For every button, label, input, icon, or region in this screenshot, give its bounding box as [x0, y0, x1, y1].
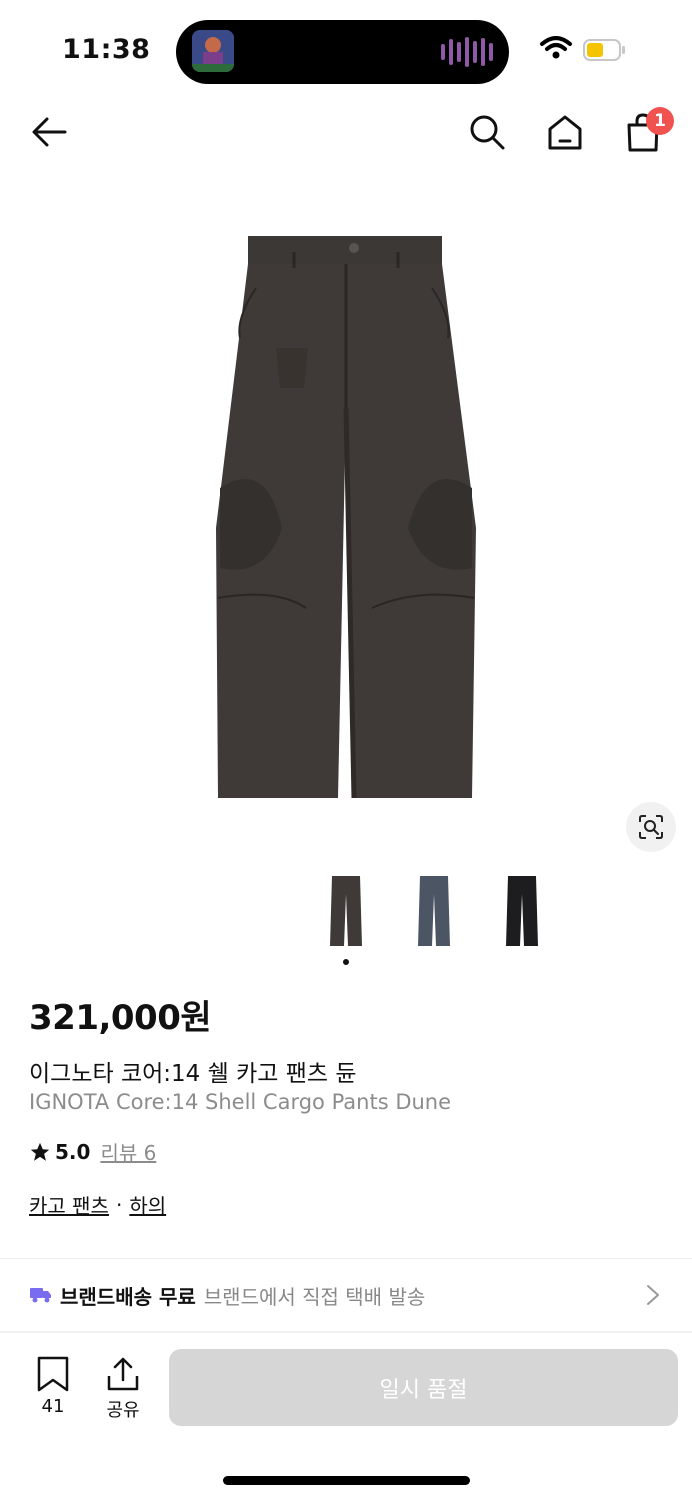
visual-search-button[interactable]: [626, 802, 676, 852]
review-link[interactable]: 리뷰 6: [100, 1137, 156, 1166]
product-name-english: IGNOTA Core:14 Shell Cargo Pants Dune: [29, 1090, 452, 1114]
category-breadcrumb: 카고 팬츠 · 하의: [29, 1190, 166, 1219]
bookmark-button[interactable]: 41: [23, 1356, 83, 1417]
share-label: 공유: [106, 1400, 140, 1421]
category-separator: ·: [115, 1192, 123, 1217]
home-indicator[interactable]: [223, 1476, 470, 1485]
color-swatch-blue[interactable]: [414, 874, 454, 952]
divider: [0, 1258, 692, 1259]
search-button[interactable]: [463, 108, 511, 156]
rating-score: 5.0: [55, 1139, 91, 1164]
bookmark-count: 41: [41, 1396, 65, 1417]
rating-row: 5.0 리뷰 6: [29, 1137, 156, 1166]
delivery-title: 브랜드배송 무료: [60, 1284, 196, 1309]
chevron-right-icon: [647, 1285, 659, 1305]
color-swatch-black[interactable]: [502, 874, 542, 952]
share-icon: [107, 1357, 139, 1391]
category-link-bottoms[interactable]: 하의: [129, 1190, 166, 1219]
sold-out-button[interactable]: 일시 품절: [169, 1349, 678, 1426]
color-swatch-dune[interactable]: [326, 874, 366, 952]
product-name-korean: 이그노타 코어:14 쉘 카고 팬츠 듄: [29, 1061, 357, 1087]
truck-icon: [30, 1288, 51, 1303]
camera-search-icon: [639, 815, 663, 839]
now-playing-artwork[interactable]: [192, 30, 234, 72]
cart-count-badge: 1: [646, 107, 674, 135]
wifi-icon: [540, 36, 572, 64]
product-image[interactable]: [196, 228, 496, 808]
selected-swatch-indicator: [343, 959, 349, 965]
home-icon: [548, 115, 582, 150]
delivery-info-row[interactable]: 브랜드배송 무료 브랜드에서 직접 택배 발송: [0, 1260, 692, 1330]
product-price: 321,000원: [29, 998, 212, 1038]
search-icon: [470, 115, 505, 150]
audio-waveform-icon: [441, 37, 493, 67]
divider: [0, 1331, 692, 1333]
back-arrow-icon: [32, 117, 67, 147]
category-link-cargo-pants[interactable]: 카고 팬츠: [29, 1190, 109, 1219]
share-button[interactable]: 공유: [93, 1356, 153, 1422]
bookmark-icon: [37, 1356, 69, 1392]
star-icon: [30, 1142, 50, 1161]
back-button[interactable]: [25, 108, 73, 156]
dynamic-island[interactable]: [176, 20, 509, 84]
delivery-description: 브랜드에서 직접 택배 발송: [203, 1284, 426, 1309]
battery-icon: [583, 38, 625, 62]
home-button[interactable]: [541, 108, 589, 156]
status-time: 11:38: [62, 34, 151, 65]
